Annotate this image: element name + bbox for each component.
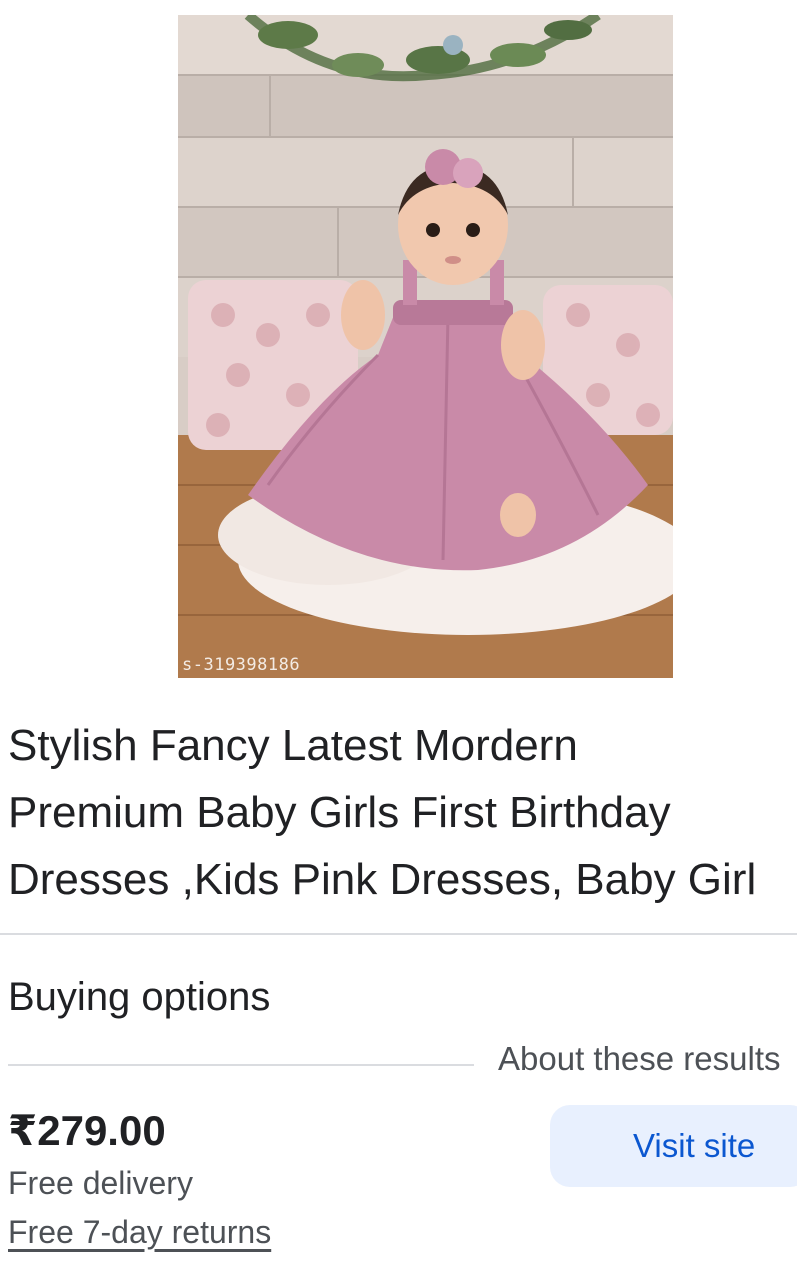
product-title-line: Stylish Fancy Latest Mordern	[8, 721, 578, 770]
delivery-info: Free delivery	[8, 1165, 193, 1201]
visit-site-button[interactable]: Visit site	[550, 1105, 797, 1187]
product-title[interactable]: Stylish Fancy Latest Mordern Premium Bab…	[8, 712, 797, 913]
price: ₹279.00	[8, 1107, 166, 1154]
buying-options-heading: Buying options	[8, 975, 271, 1019]
product-title-line: Premium Baby Girls First Birthday	[8, 788, 671, 837]
baby-in-pink-dress-photo	[178, 15, 673, 678]
section-divider	[0, 933, 797, 935]
results-divider	[8, 1064, 474, 1066]
returns-link[interactable]: Free 7-day returns	[8, 1214, 271, 1251]
image-watermark: s-319398186	[182, 655, 301, 675]
product-image[interactable]: s-319398186	[178, 15, 673, 678]
product-title-line: Dresses ,Kids Pink Dresses, Baby Girl	[8, 855, 757, 904]
about-these-results-link[interactable]: About these results	[498, 1040, 781, 1078]
